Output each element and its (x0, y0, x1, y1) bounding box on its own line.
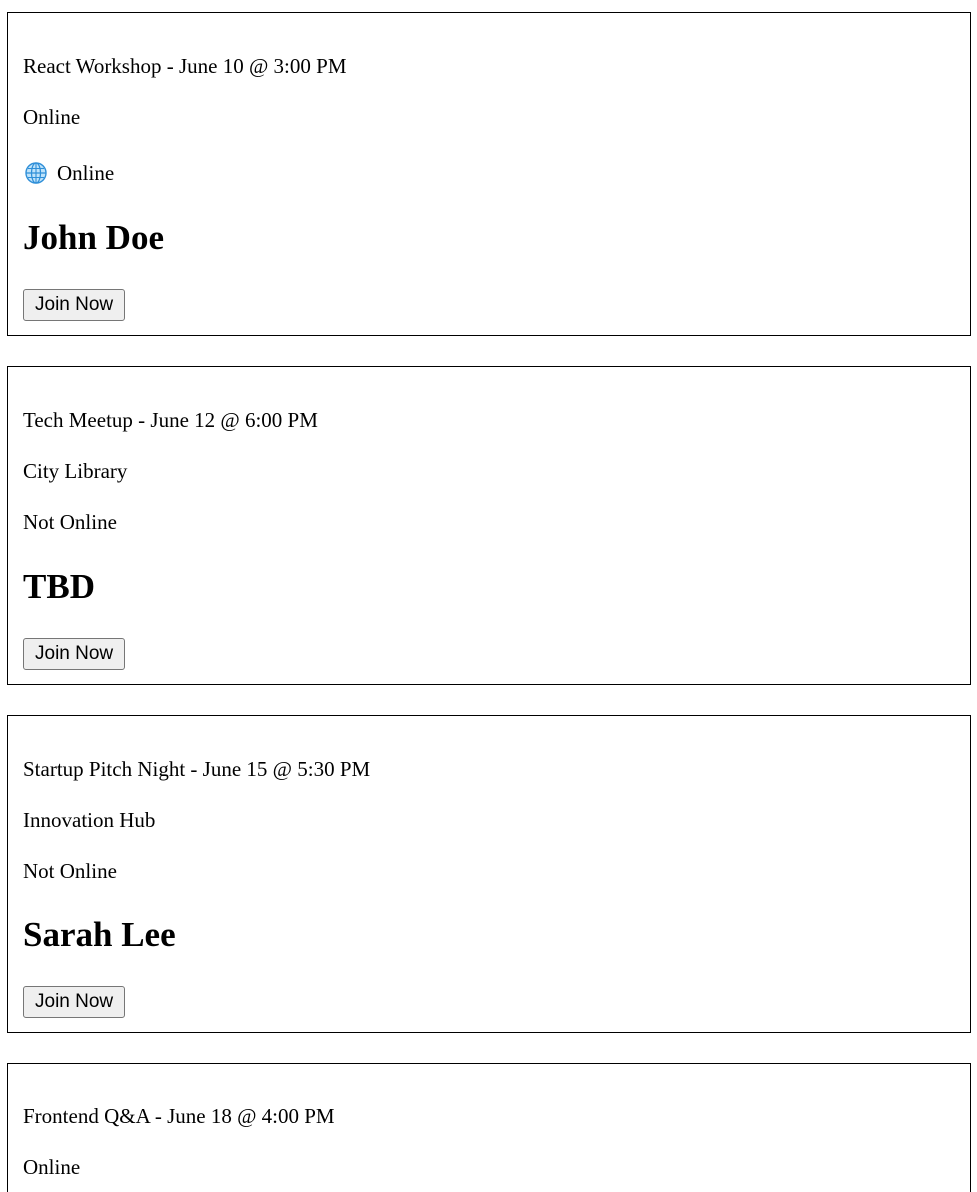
event-card: Tech Meetup - June 12 @ 6:00 PM City Lib… (7, 366, 971, 685)
join-now-button[interactable]: Join Now (23, 289, 126, 321)
globe-icon (25, 162, 47, 184)
event-card: React Workshop - June 10 @ 3:00 PM Onlin… (7, 12, 971, 336)
event-location: City Library (23, 459, 128, 483)
join-now-button[interactable]: Join Now (23, 986, 126, 1018)
event-title: React Workshop - June 10 @ 3:00 PM (23, 54, 347, 78)
event-title: Tech Meetup - June 12 @ 6:00 PM (23, 408, 318, 432)
event-host: Sarah Lee (23, 915, 176, 954)
event-status: Not Online (23, 510, 117, 534)
event-card: Frontend Q&A - June 18 @ 4:00 PM Online (7, 1063, 971, 1192)
event-location: Innovation Hub (23, 808, 156, 832)
event-title: Startup Pitch Night - June 15 @ 5:30 PM (23, 757, 371, 781)
event-host: John Doe (23, 218, 164, 257)
event-title: Frontend Q&A - June 18 @ 4:00 PM (23, 1104, 335, 1128)
event-status-text: Online (57, 161, 115, 185)
event-host: TBD (23, 567, 95, 606)
event-location: Online (23, 1155, 81, 1179)
event-status: Not Online (23, 859, 117, 883)
event-card: Startup Pitch Night - June 15 @ 5:30 PM … (7, 715, 971, 1033)
join-now-button[interactable]: Join Now (23, 638, 126, 670)
event-status: Online (23, 161, 114, 185)
event-location: Online (23, 105, 81, 129)
